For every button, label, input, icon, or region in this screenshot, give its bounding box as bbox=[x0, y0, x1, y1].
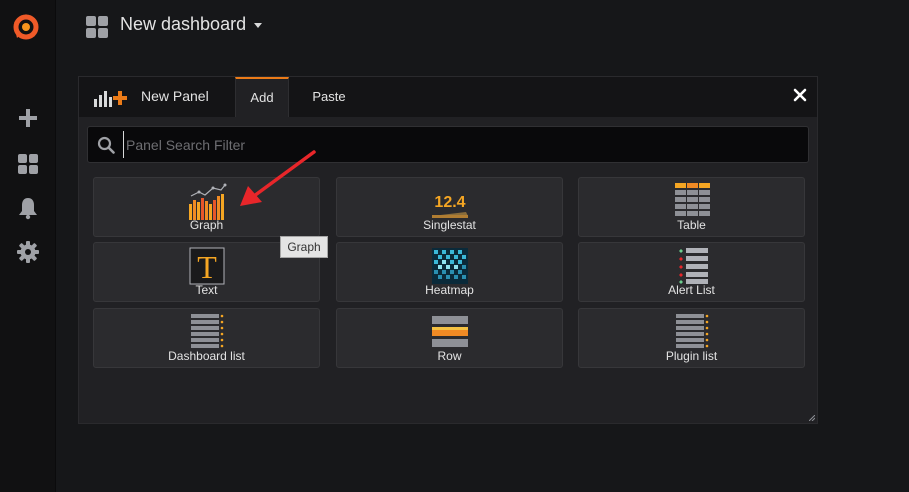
grafana-logo-icon[interactable] bbox=[11, 12, 41, 42]
plugin-list-icon bbox=[675, 314, 708, 348]
text-icon: T bbox=[189, 247, 224, 285]
tab-paste[interactable]: Paste bbox=[301, 77, 357, 117]
singlestat-icon: 12.4 bbox=[431, 194, 468, 218]
panel-type-label: Row bbox=[437, 349, 462, 363]
heatmap-icon bbox=[431, 248, 468, 284]
dashboard-title: New dashboard bbox=[120, 14, 247, 34]
panel-header: New Panel Add Paste bbox=[79, 77, 817, 117]
singlestat-icon-value: 12.4 bbox=[434, 194, 465, 211]
bell-icon[interactable] bbox=[16, 196, 40, 220]
panel-search-box bbox=[87, 126, 809, 163]
table-icon bbox=[674, 183, 710, 216]
alert-list-icon bbox=[678, 248, 708, 284]
text-icon-glyph: T bbox=[197, 249, 217, 285]
panel-type-label: Dashboard list bbox=[168, 349, 245, 363]
panel-type-label: Heatmap bbox=[425, 283, 474, 297]
panel-type-alert-list[interactable]: Alert List bbox=[578, 242, 805, 302]
tab-add[interactable]: Add bbox=[235, 77, 289, 117]
panel-title: New Panel bbox=[141, 88, 209, 104]
tooltip: Graph bbox=[280, 236, 328, 258]
panel-type-singlestat[interactable]: 12.4 Singlestat bbox=[336, 177, 563, 237]
topbar: New dashboard bbox=[56, 0, 909, 56]
panel-type-dashboard-list[interactable]: Dashboard list bbox=[93, 308, 320, 368]
plus-icon[interactable] bbox=[16, 106, 40, 130]
panel-type-row[interactable]: Row bbox=[336, 308, 563, 368]
add-panel-icon bbox=[94, 91, 127, 107]
row-icon bbox=[431, 316, 468, 347]
panel-search-input[interactable] bbox=[123, 131, 793, 158]
dashboard-title-dropdown[interactable]: New dashboard bbox=[120, 14, 263, 35]
caret-down-icon bbox=[254, 22, 263, 28]
gear-icon[interactable] bbox=[16, 240, 40, 264]
dashboard-list-icon bbox=[190, 314, 223, 348]
dashboard-grid-icon bbox=[86, 16, 108, 38]
dashboards-icon[interactable] bbox=[16, 152, 40, 176]
graph-icon bbox=[188, 183, 226, 220]
panel-type-heatmap[interactable]: Heatmap bbox=[336, 242, 563, 302]
add-panel: New Panel Add Paste Grap bbox=[78, 76, 818, 424]
search-icon bbox=[97, 136, 115, 154]
panel-type-label: Singlestat bbox=[423, 218, 476, 232]
resize-handle-icon[interactable] bbox=[809, 415, 815, 421]
panel-type-label: Text bbox=[195, 283, 218, 297]
panel-type-table[interactable]: Table bbox=[578, 177, 805, 237]
panel-type-label: Graph bbox=[189, 218, 224, 232]
panel-type-label: Plugin list bbox=[665, 349, 718, 363]
annotation-arrow-icon bbox=[240, 150, 316, 206]
sidebar bbox=[0, 0, 56, 492]
panel-type-label: Alert List bbox=[668, 283, 715, 297]
panel-type-plugin-list[interactable]: Plugin list bbox=[578, 308, 805, 368]
close-icon[interactable] bbox=[793, 88, 807, 102]
panel-type-label: Table bbox=[677, 218, 706, 232]
